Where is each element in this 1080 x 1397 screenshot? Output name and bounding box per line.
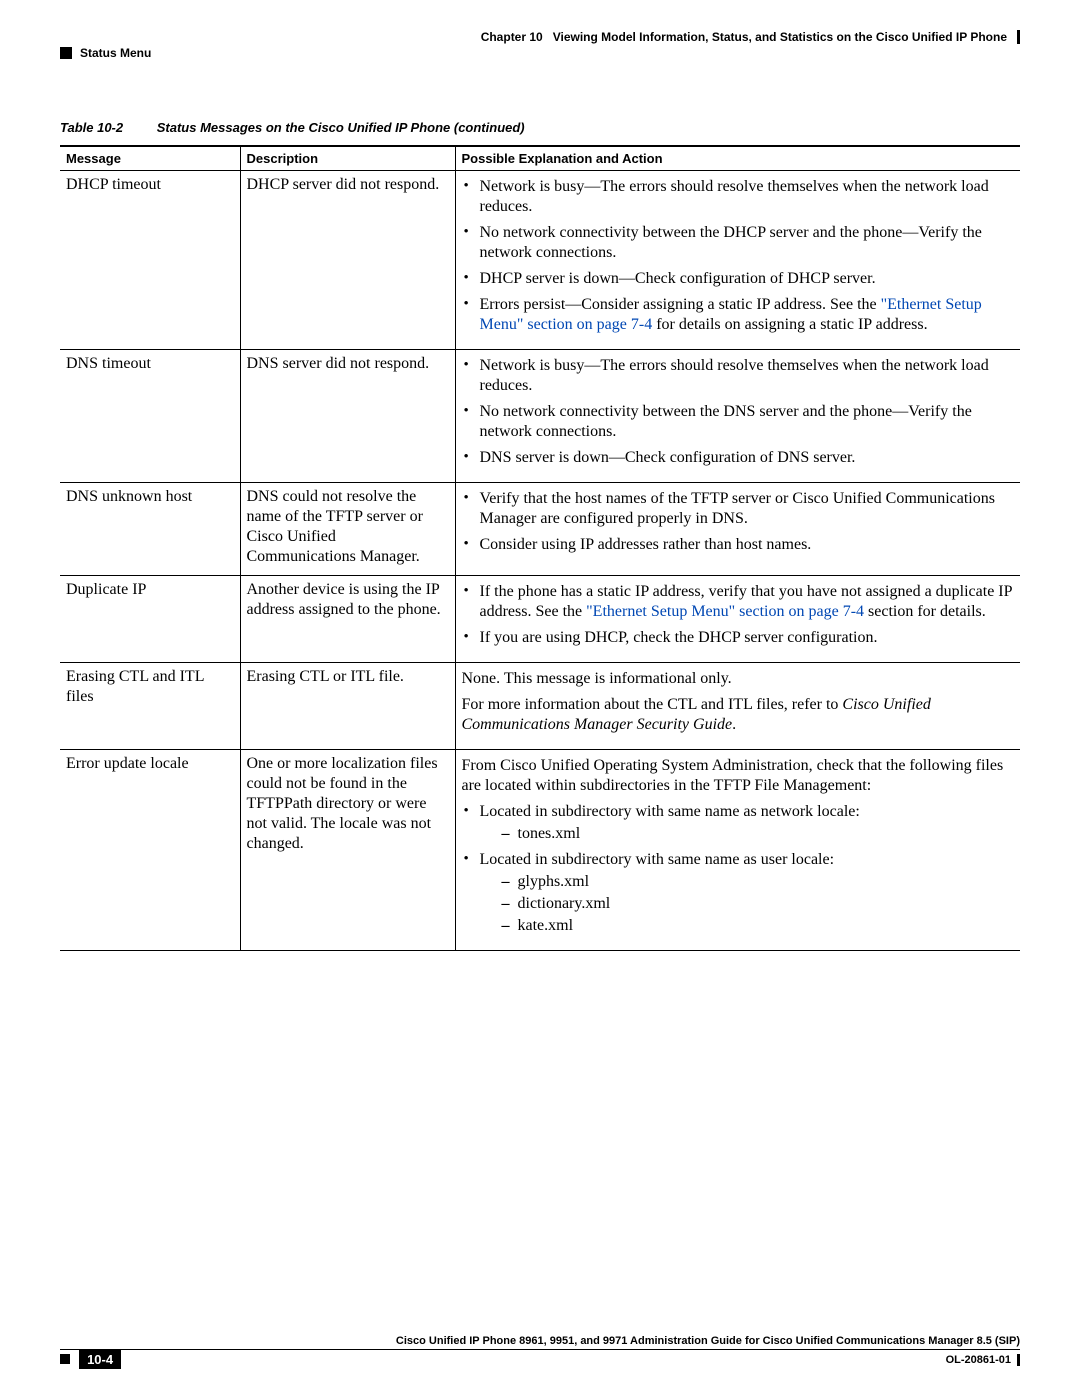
cell-action: If the phone has a static IP address, ve… — [455, 576, 1020, 663]
section-label: Status Menu — [80, 46, 151, 60]
cell-action: Network is busy—The errors should resolv… — [455, 350, 1020, 483]
cell-message: Error update locale — [60, 750, 240, 951]
list-item: DNS server is down—Check configuration o… — [462, 448, 1015, 468]
sub-list-item: kate.xml — [502, 916, 1015, 936]
text: . — [732, 716, 736, 733]
cell-action: Network is busy—The errors should resolv… — [455, 171, 1020, 350]
cell-action: Verify that the host names of the TFTP s… — [455, 483, 1020, 576]
header-bar-icon — [1017, 30, 1020, 44]
list-item: No network connectivity between the DNS … — [462, 402, 1015, 442]
list-item: No network connectivity between the DHCP… — [462, 223, 1015, 263]
list-item: Verify that the host names of the TFTP s… — [462, 489, 1015, 529]
table-header-row: Message Description Possible Explanation… — [60, 146, 1020, 171]
page-footer: Cisco Unified IP Phone 8961, 9951, and 9… — [60, 1335, 1020, 1367]
cell-description: DNS server did not respond. — [240, 350, 455, 483]
list-item: Consider using IP addresses rather than … — [462, 535, 1015, 555]
section-label-row: Status Menu — [60, 46, 1020, 60]
sub-list-item: dictionary.xml — [502, 894, 1015, 914]
table-row: Erasing CTL and ITL files Erasing CTL or… — [60, 663, 1020, 750]
cell-message: Erasing CTL and ITL files — [60, 663, 240, 750]
table-row: Duplicate IP Another device is using the… — [60, 576, 1020, 663]
cross-reference-link[interactable]: "Ethernet Setup Menu" section on page 7-… — [586, 603, 864, 620]
paragraph: From Cisco Unified Operating System Admi… — [462, 756, 1015, 796]
list-item: Network is busy—The errors should resolv… — [462, 356, 1015, 396]
cell-message: Duplicate IP — [60, 576, 240, 663]
doc-id: OL-20861-01 — [946, 1354, 1011, 1366]
text: Located in subdirectory with same name a… — [480, 851, 835, 868]
table-title: Status Messages on the Cisco Unified IP … — [157, 120, 525, 135]
table-caption: Table 10-2 Status Messages on the Cisco … — [60, 120, 1020, 135]
text: for details on assigning a static IP add… — [652, 316, 927, 333]
square-marker-icon — [60, 47, 72, 59]
sub-list-item: tones.xml — [502, 824, 1015, 844]
cell-action: From Cisco Unified Operating System Admi… — [455, 750, 1020, 951]
list-item: Located in subdirectory with same name a… — [462, 850, 1015, 936]
paragraph: For more information about the CTL and I… — [462, 695, 1015, 735]
text: For more information about the CTL and I… — [462, 696, 843, 713]
col-header-message: Message — [60, 146, 240, 171]
footer-guide-title: Cisco Unified IP Phone 8961, 9951, and 9… — [396, 1335, 1020, 1347]
chapter-label: Chapter 10 — [481, 30, 543, 44]
cell-message: DHCP timeout — [60, 171, 240, 350]
running-header: Chapter 10 Viewing Model Information, St… — [60, 30, 1020, 44]
cell-message: DNS timeout — [60, 350, 240, 483]
list-item: If you are using DHCP, check the DHCP se… — [462, 628, 1015, 648]
text: section for details. — [864, 603, 986, 620]
text: Located in subdirectory with same name a… — [480, 803, 860, 820]
footer-square-icon — [60, 1354, 70, 1364]
list-item: Errors persist—Consider assigning a stat… — [462, 295, 1015, 335]
cell-action: None. This message is informational only… — [455, 663, 1020, 750]
cell-description: DNS could not resolve the name of the TF… — [240, 483, 455, 576]
status-messages-table: Message Description Possible Explanation… — [60, 145, 1020, 951]
table-row: DNS unknown host DNS could not resolve t… — [60, 483, 1020, 576]
table-row: Error update locale One or more localiza… — [60, 750, 1020, 951]
text: Errors persist—Consider assigning a stat… — [480, 296, 881, 313]
cell-description: Erasing CTL or ITL file. — [240, 663, 455, 750]
footer-bar-icon — [1017, 1354, 1020, 1366]
cell-description: One or more localization files could not… — [240, 750, 455, 951]
list-item: If the phone has a static IP address, ve… — [462, 582, 1015, 622]
sub-list-item: glyphs.xml — [502, 872, 1015, 892]
list-item: Located in subdirectory with same name a… — [462, 802, 1015, 844]
table-row: DNS timeout DNS server did not respond. … — [60, 350, 1020, 483]
page-number-badge: 10-4 — [79, 1350, 121, 1369]
cell-description: Another device is using the IP address a… — [240, 576, 455, 663]
chapter-title: Viewing Model Information, Status, and S… — [553, 30, 1007, 44]
col-header-description: Description — [240, 146, 455, 171]
cell-message: DNS unknown host — [60, 483, 240, 576]
cell-description: DHCP server did not respond. — [240, 171, 455, 350]
list-item: DHCP server is down—Check configuration … — [462, 269, 1015, 289]
list-item: Network is busy—The errors should resolv… — [462, 177, 1015, 217]
table-row: DHCP timeout DHCP server did not respond… — [60, 171, 1020, 350]
paragraph: None. This message is informational only… — [462, 669, 1015, 689]
table-number: Table 10-2 — [60, 120, 123, 135]
col-header-action: Possible Explanation and Action — [455, 146, 1020, 171]
